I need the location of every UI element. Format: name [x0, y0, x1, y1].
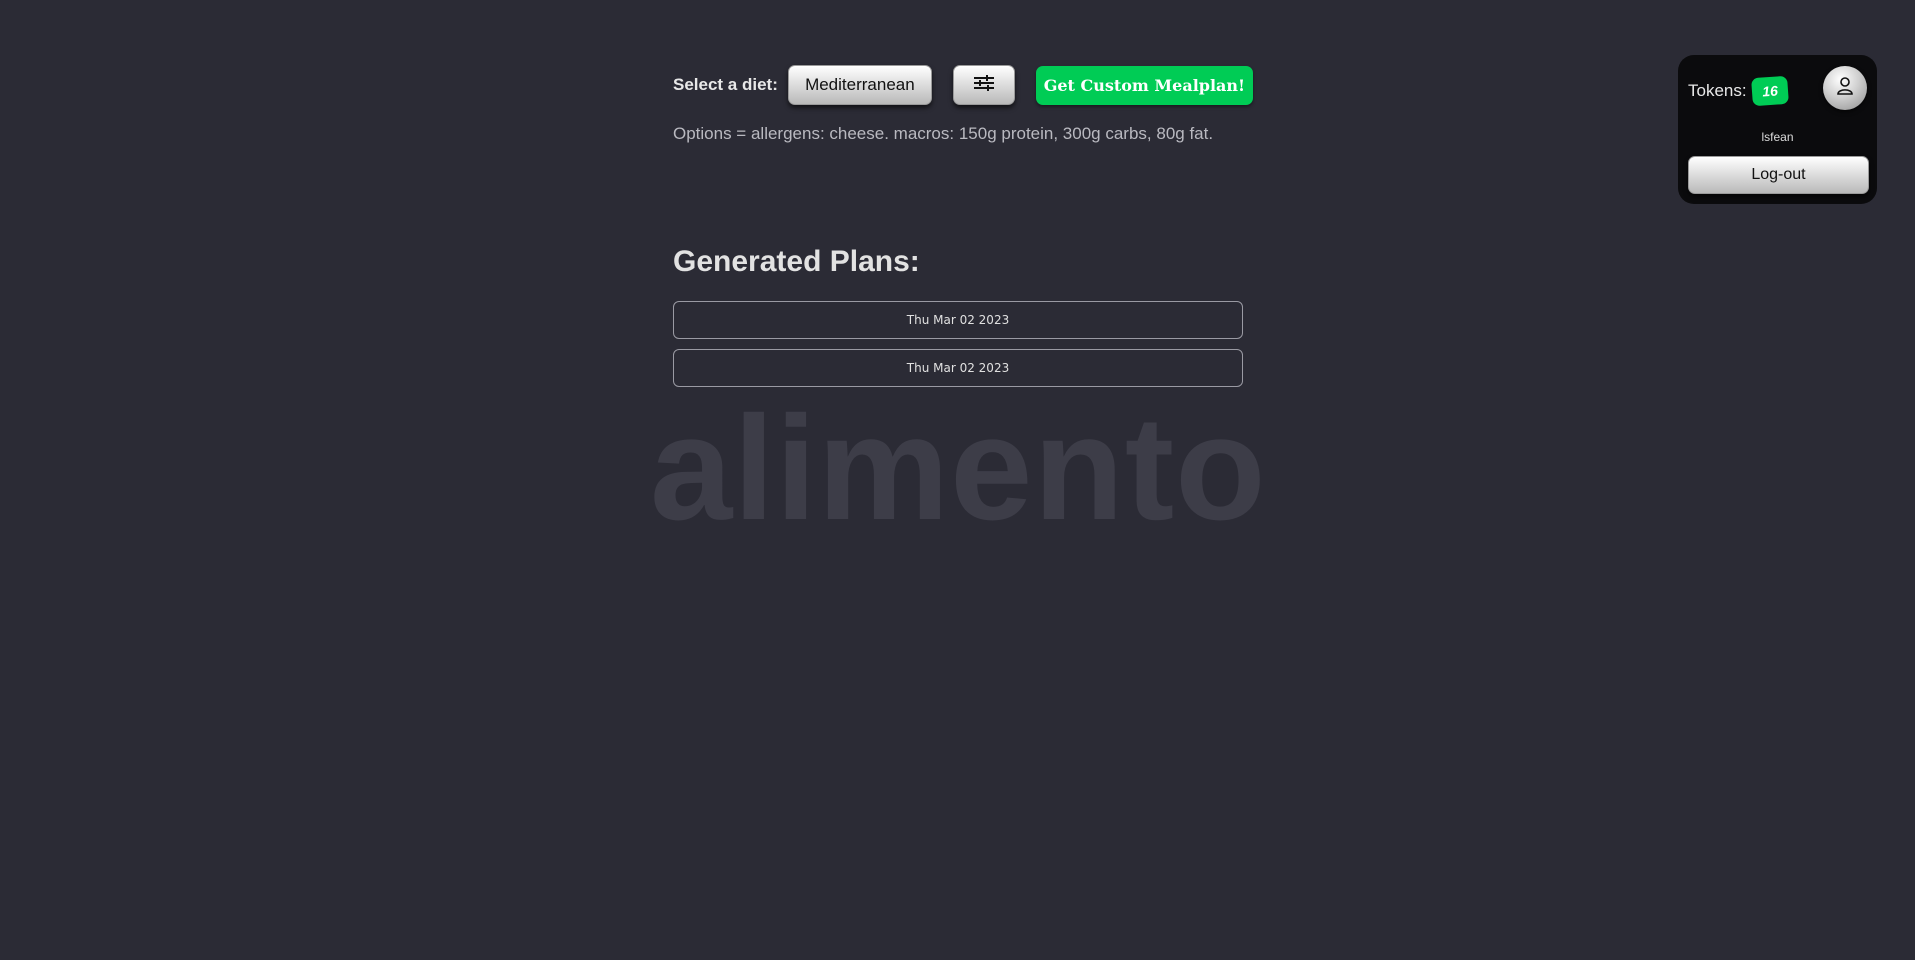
tokens-row: Tokens: 16 [1688, 75, 1789, 107]
logout-button[interactable]: Log-out [1688, 156, 1869, 194]
account-panel: Tokens: 16 lsfean Log-out [1678, 55, 1877, 204]
page: alimento Select a diet: Mediterranean Ge… [0, 0, 1915, 960]
plan-item[interactable]: Thu Mar 02 2023 [673, 349, 1243, 387]
tokens-count-badge: 16 [1750, 75, 1789, 107]
options-button[interactable] [952, 65, 1015, 105]
generated-plans-heading: Generated Plans: [673, 245, 920, 278]
sliders-icon [973, 74, 995, 97]
brand-watermark: alimento [650, 386, 1267, 551]
options-summary: Options = allergens: cheese. macros: 150… [673, 124, 1214, 143]
diet-label: Select a diet: [673, 75, 778, 94]
diet-controls: Select a diet: Mediterranean Get Custom … [673, 65, 1253, 105]
get-custom-mealplan-button[interactable]: Get Custom Mealplan! [1035, 65, 1253, 105]
avatar-button[interactable] [1823, 66, 1867, 110]
diet-select[interactable]: Mediterranean [787, 65, 932, 105]
plan-list: Thu Mar 02 2023 Thu Mar 02 2023 [673, 301, 1243, 397]
plan-item[interactable]: Thu Mar 02 2023 [673, 301, 1243, 339]
user-icon [1836, 76, 1854, 101]
username: lsfean [1761, 130, 1794, 144]
tokens-label: Tokens: [1688, 81, 1747, 100]
